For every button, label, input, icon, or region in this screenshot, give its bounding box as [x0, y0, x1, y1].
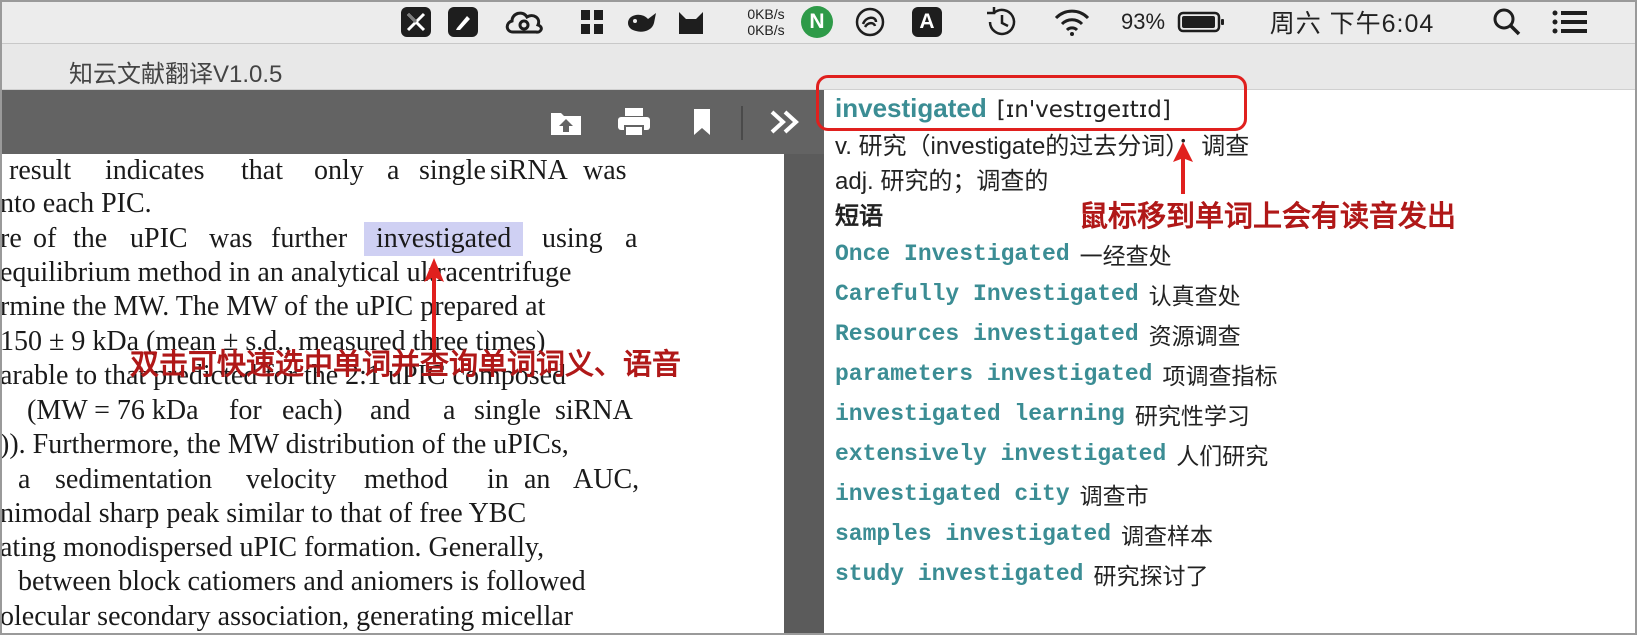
- open-folder-icon[interactable]: [546, 102, 586, 142]
- pdf-line: equilibrium method in an analytical ultr…: [0, 257, 572, 288]
- note-icon[interactable]: [446, 0, 480, 44]
- pdf-line: )). Furthermore, the MW distribution of …: [0, 429, 569, 460]
- upload-speed: 0KB/s: [747, 6, 785, 22]
- print-icon[interactable]: [614, 102, 654, 142]
- hover-pronounce-annotation: 鼠标移到单词上会有读音发出: [1079, 199, 1457, 233]
- wifi-icon[interactable]: [1051, 0, 1093, 44]
- search-icon[interactable]: [1490, 0, 1524, 44]
- pdf-line: ating monodispersed uPIC formation. Gene…: [0, 532, 545, 563]
- pdf-line: olecular secondary association, generati…: [0, 601, 573, 632]
- definition-adj: adj. 研究的；调查的: [835, 168, 1049, 195]
- pdf-line: nto each PIC.: [0, 188, 152, 219]
- pdf-scrollbar[interactable]: [784, 154, 824, 635]
- n-badge-icon[interactable]: N: [799, 0, 835, 44]
- battery-icon[interactable]: [1176, 0, 1226, 44]
- phrase-item[interactable]: Once Investigated 一经查处: [835, 237, 1172, 271]
- double-click-annotation: 双击可快速选中单词并查询单词词义、语音: [130, 347, 682, 381]
- grid-icon[interactable]: [577, 0, 607, 44]
- pdf-line: rmine the MW. The MW of the uPIC prepare…: [0, 291, 546, 322]
- right-annotation-arrow: [1173, 142, 1193, 194]
- phrase-item[interactable]: investigated city 调查市: [835, 477, 1149, 511]
- window-title: 知云文献翻译V1.0.5: [69, 61, 283, 88]
- pdf-line: nimodal sharp peak similar to that of fr…: [0, 498, 527, 529]
- pdf-line: re of the uPIC was further investigated …: [0, 222, 638, 256]
- highlighted-word[interactable]: investigated: [364, 222, 524, 256]
- menu-bar: 0KB/s 0KB/s N A 93% 周六 下午6:04: [0, 0, 1637, 44]
- phrases-heading: 短语: [835, 203, 883, 230]
- dictionary-panel: investigated [ɪn'vestɪgeɪtɪd] v. 研究（inve…: [824, 90, 1637, 635]
- clock[interactable]: 周六 下午6:04: [1256, 0, 1448, 44]
- whale-icon[interactable]: [625, 0, 661, 44]
- toolbar-divider: [741, 106, 743, 140]
- input-method-icon[interactable]: A: [910, 0, 944, 44]
- headword-highlight-box: [816, 75, 1247, 131]
- phrase-item[interactable]: parameters investigated 项调查指标: [835, 357, 1277, 391]
- pdf-toolbar: [0, 90, 824, 154]
- left-annotation-arrow: [424, 258, 444, 352]
- cloud-icon[interactable]: [502, 0, 546, 44]
- pdf-line: between block catiomers and aniomers is …: [18, 566, 586, 597]
- phrase-item[interactable]: investigated learning 研究性学习: [835, 397, 1250, 431]
- phrase-item[interactable]: study investigated 研究探讨了: [835, 557, 1208, 591]
- pdf-line: a sedimentation velocity method in an AU…: [18, 464, 640, 495]
- network-speed[interactable]: 0KB/s 0KB/s: [738, 0, 794, 44]
- swirl-icon[interactable]: [852, 0, 888, 44]
- list-icon[interactable]: [1551, 0, 1589, 44]
- download-speed: 0KB/s: [747, 22, 785, 38]
- pdf-line: result indicates that only a single siRN…: [9, 155, 627, 186]
- cat-icon[interactable]: [674, 0, 708, 44]
- phrase-item[interactable]: extensively investigated 人们研究: [835, 437, 1268, 471]
- pdf-page[interactable]: result indicates that only a single siRN…: [0, 154, 784, 635]
- phrase-item[interactable]: Resources investigated 资源调查: [835, 317, 1241, 351]
- time-machine-icon[interactable]: [982, 0, 1022, 44]
- pdf-line: (MW = 76 kDa for each) and a single siRN…: [27, 395, 633, 426]
- phrase-item[interactable]: Carefully Investigated 认真查处: [835, 277, 1241, 311]
- expand-chevrons-icon[interactable]: [765, 102, 805, 142]
- x-app-icon[interactable]: [399, 0, 433, 44]
- phrase-item[interactable]: samples investigated 调查样本: [835, 517, 1213, 551]
- battery-percent[interactable]: 93%: [1114, 0, 1172, 44]
- bookmark-icon[interactable]: [682, 102, 722, 142]
